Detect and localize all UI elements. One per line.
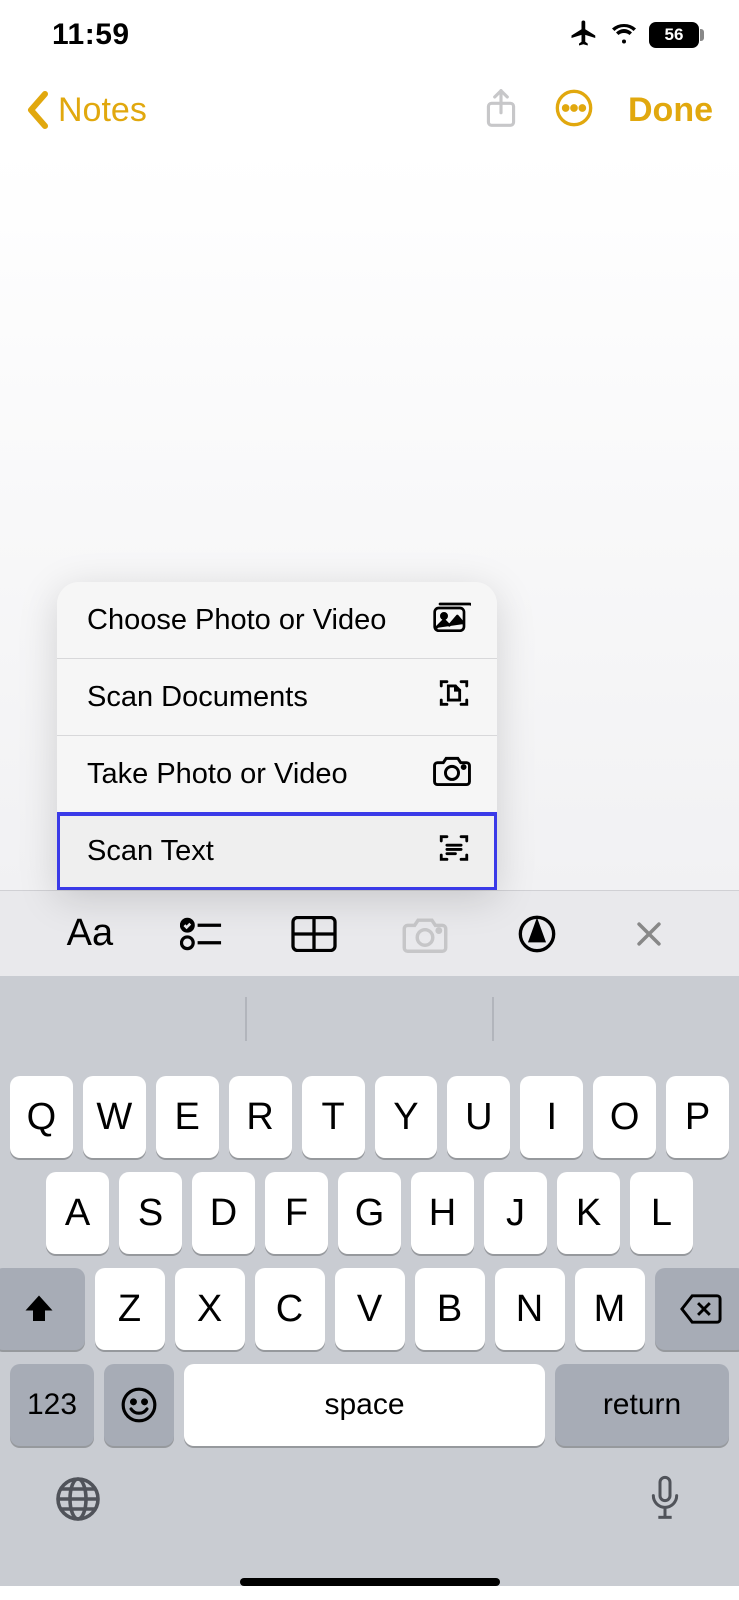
key-j[interactable]: J bbox=[484, 1172, 547, 1254]
camera-menu-popup: Choose Photo or Video Scan Documents bbox=[57, 582, 497, 890]
delete-key[interactable] bbox=[655, 1268, 739, 1350]
close-toolbar-button[interactable] bbox=[619, 906, 679, 962]
key-c[interactable]: C bbox=[255, 1268, 325, 1350]
chevron-left-icon bbox=[26, 90, 52, 130]
key-g[interactable]: G bbox=[338, 1172, 401, 1254]
dictation-key[interactable] bbox=[645, 1473, 685, 1530]
key-w[interactable]: W bbox=[83, 1076, 146, 1158]
key-f[interactable]: F bbox=[265, 1172, 328, 1254]
key-o[interactable]: O bbox=[593, 1076, 656, 1158]
wifi-icon bbox=[609, 21, 639, 50]
key-u[interactable]: U bbox=[447, 1076, 510, 1158]
key-e[interactable]: E bbox=[156, 1076, 219, 1158]
back-button[interactable]: Notes bbox=[26, 90, 147, 130]
menu-item-label: Take Photo or Video bbox=[87, 758, 348, 791]
key-r[interactable]: R bbox=[229, 1076, 292, 1158]
markup-button[interactable] bbox=[507, 906, 567, 962]
key-b[interactable]: B bbox=[415, 1268, 485, 1350]
menu-choose-photo[interactable]: Choose Photo or Video bbox=[57, 582, 497, 659]
more-button[interactable] bbox=[554, 88, 594, 133]
scan-document-icon bbox=[437, 676, 471, 718]
key-y[interactable]: Y bbox=[375, 1076, 438, 1158]
menu-item-label: Choose Photo or Video bbox=[87, 604, 386, 637]
done-button[interactable]: Done bbox=[628, 91, 713, 130]
checklist-button[interactable] bbox=[172, 906, 232, 962]
key-d[interactable]: D bbox=[192, 1172, 255, 1254]
emoji-key[interactable] bbox=[104, 1364, 174, 1446]
note-format-toolbar: Aa bbox=[0, 890, 739, 976]
scan-text-icon bbox=[437, 831, 471, 873]
ellipsis-circle-icon bbox=[554, 88, 594, 128]
space-key[interactable]: space bbox=[184, 1364, 545, 1446]
battery-indicator: 56 bbox=[649, 22, 699, 48]
return-key[interactable]: return bbox=[555, 1364, 729, 1446]
key-h[interactable]: H bbox=[411, 1172, 474, 1254]
menu-scan-text[interactable]: Scan Text bbox=[57, 813, 497, 890]
shift-key[interactable] bbox=[0, 1268, 85, 1350]
key-z[interactable]: Z bbox=[95, 1268, 165, 1350]
key-s[interactable]: S bbox=[119, 1172, 182, 1254]
key-i[interactable]: I bbox=[520, 1076, 583, 1158]
key-k[interactable]: K bbox=[557, 1172, 620, 1254]
text-format-button[interactable]: Aa bbox=[60, 906, 120, 962]
key-p[interactable]: P bbox=[666, 1076, 729, 1158]
photo-library-icon bbox=[433, 600, 471, 640]
menu-scan-documents[interactable]: Scan Documents bbox=[57, 659, 497, 736]
key-a[interactable]: A bbox=[46, 1172, 109, 1254]
keyboard: QWERTYUIOP ASDFGHJKL ZXCVBNM 123 bbox=[0, 976, 739, 1586]
key-q[interactable]: Q bbox=[10, 1076, 73, 1158]
predictive-row bbox=[0, 976, 739, 1062]
home-indicator bbox=[240, 1578, 500, 1586]
key-v[interactable]: V bbox=[335, 1268, 405, 1350]
navigation-bar: Notes Done bbox=[0, 70, 739, 150]
back-title: Notes bbox=[58, 91, 147, 130]
camera-icon bbox=[433, 754, 471, 794]
key-x[interactable]: X bbox=[175, 1268, 245, 1350]
menu-item-label: Scan Text bbox=[87, 835, 214, 868]
key-m[interactable]: M bbox=[575, 1268, 645, 1350]
key-l[interactable]: L bbox=[630, 1172, 693, 1254]
menu-item-label: Scan Documents bbox=[87, 681, 308, 714]
globe-key[interactable] bbox=[54, 1475, 102, 1528]
predictive-separator bbox=[492, 997, 494, 1041]
key-t[interactable]: T bbox=[302, 1076, 365, 1158]
share-button[interactable] bbox=[482, 86, 520, 135]
table-button[interactable] bbox=[284, 906, 344, 962]
predictive-separator bbox=[245, 997, 247, 1041]
status-time: 11:59 bbox=[52, 18, 130, 52]
status-bar: 11:59 56 bbox=[0, 0, 739, 70]
camera-toolbar-button[interactable] bbox=[395, 906, 455, 962]
note-editor[interactable]: Choose Photo or Video Scan Documents bbox=[0, 150, 739, 890]
airplane-mode-icon bbox=[569, 18, 599, 53]
menu-take-photo[interactable]: Take Photo or Video bbox=[57, 736, 497, 813]
share-icon bbox=[482, 86, 520, 130]
numbers-key[interactable]: 123 bbox=[10, 1364, 94, 1446]
key-n[interactable]: N bbox=[495, 1268, 565, 1350]
